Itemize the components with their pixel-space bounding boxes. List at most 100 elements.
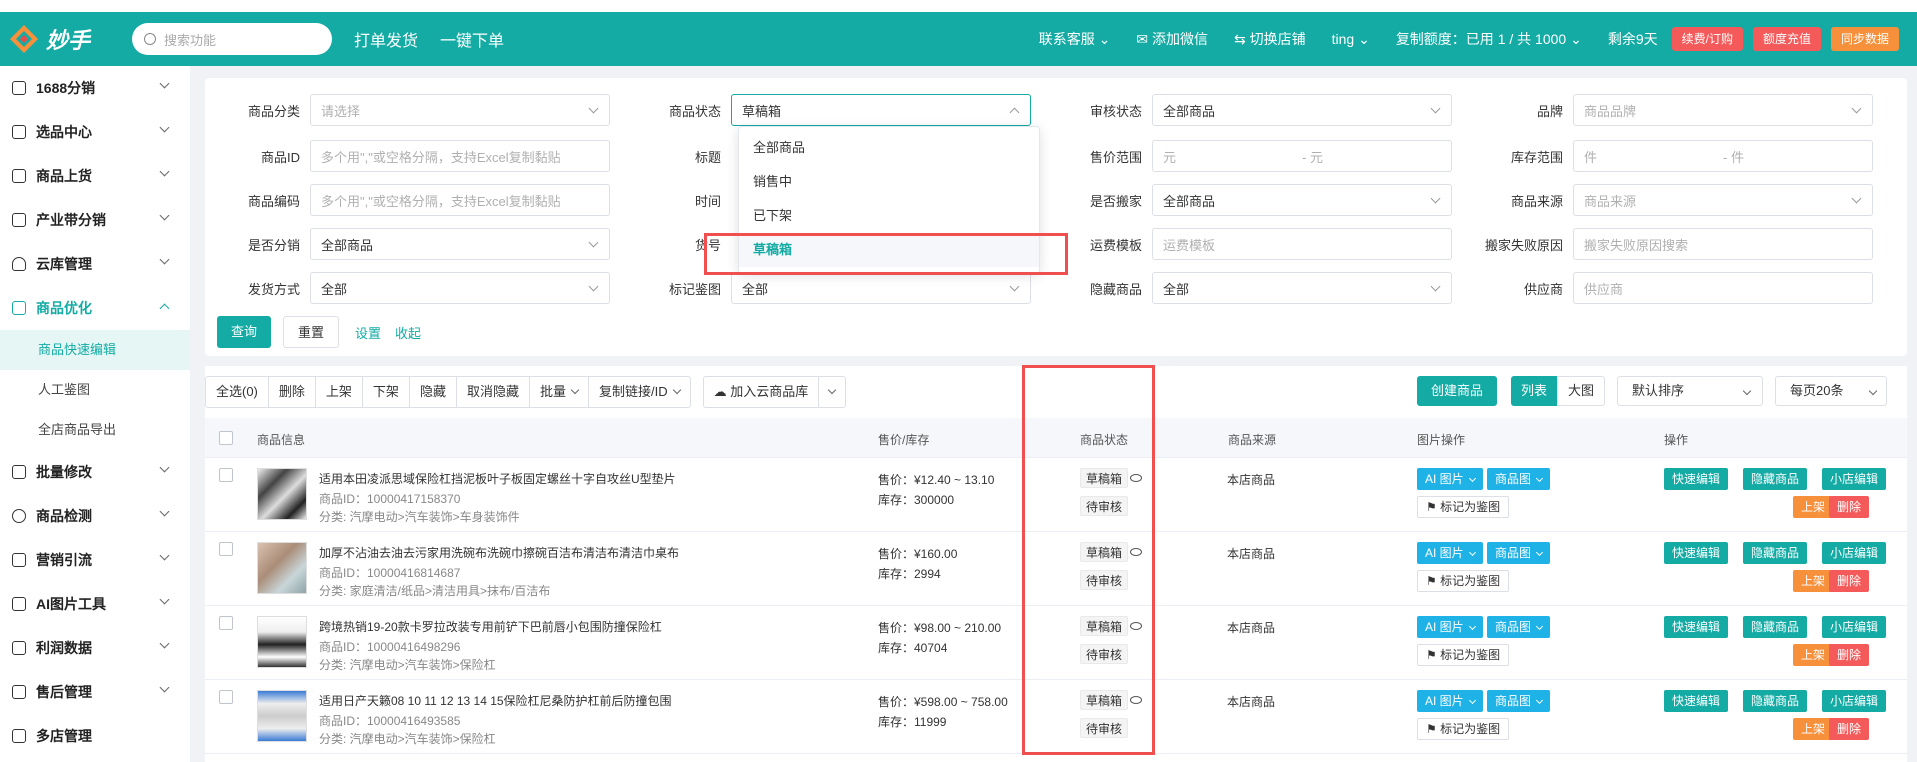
recharge-button[interactable]: 额度充值	[1752, 27, 1821, 51]
delete-row-button[interactable]: 删除	[1829, 570, 1870, 592]
distributed-select[interactable]: 全部商品	[310, 228, 610, 260]
query-button[interactable]: 查询	[217, 316, 272, 348]
contact-service[interactable]: 联系客服 ⌄	[1039, 29, 1111, 49]
delete-row-button[interactable]: 删除	[1829, 496, 1870, 518]
sidebar-subitem-export[interactable]: 全店商品导出	[0, 410, 190, 450]
on-shelf-row-button[interactable]: 上架	[1793, 644, 1834, 666]
quota-menu[interactable]: 复制额度：已用 1 / 共 1000 ⌄	[1396, 29, 1582, 49]
ai-image-button[interactable]: AI 图片	[1417, 542, 1483, 564]
sync-button[interactable]: 同步数据	[1830, 27, 1899, 51]
mark-review-button[interactable]: ⚑ 标记为鉴图	[1417, 570, 1510, 592]
sidebar-item-profit[interactable]: 利润数据	[0, 626, 190, 670]
ship-method-select[interactable]: 全部	[310, 272, 610, 304]
dropdown-option-selling[interactable]: 销售中	[739, 165, 1039, 199]
delete-button[interactable]: 删除	[269, 377, 316, 407]
header-checkbox[interactable]	[219, 431, 233, 445]
product-image-button[interactable]: 商品图	[1487, 468, 1551, 490]
hide-product-button[interactable]: 隐藏商品	[1743, 468, 1808, 490]
shop-edit-button[interactable]: 小店编辑	[1822, 542, 1887, 564]
create-product-button[interactable]: 创建商品	[1417, 376, 1498, 406]
product-image-button[interactable]: 商品图	[1487, 542, 1551, 564]
mark-review-button[interactable]: ⚑ 标记为鉴图	[1417, 644, 1510, 666]
dropdown-option-offshelf[interactable]: 已下架	[739, 199, 1039, 233]
ai-image-button[interactable]: AI 图片	[1417, 690, 1483, 712]
row-checkbox[interactable]	[219, 468, 233, 482]
settings-link[interactable]: 设置	[355, 323, 381, 342]
mark-select[interactable]: 全部	[731, 272, 1031, 304]
price-range-input[interactable]: 元- 元	[1152, 140, 1452, 172]
audit-select[interactable]: 全部商品	[1152, 94, 1452, 126]
product-thumbnail[interactable]	[257, 468, 307, 520]
batch-menu-button[interactable]: 批量	[530, 377, 589, 407]
on-shelf-button[interactable]: 上架	[316, 377, 363, 407]
hide-product-button[interactable]: 隐藏商品	[1743, 690, 1808, 712]
search-input[interactable]: 搜索功能	[132, 23, 332, 55]
print-ship-link[interactable]: 打单发货	[354, 27, 418, 51]
product-image-button[interactable]: 商品图	[1487, 616, 1551, 638]
product-title[interactable]: 加厚不沾油去油去污家用洗碗布洗碗巾擦碗百洁布清洁布清洁巾桌布	[319, 544, 679, 561]
product-thumbnail[interactable]	[257, 616, 307, 668]
sidebar-item-cloud[interactable]: 云库管理	[0, 242, 190, 286]
reset-button[interactable]: 重置	[283, 316, 340, 348]
add-cloud-button[interactable]: ☁ 加入云商品库	[704, 377, 820, 407]
product-title[interactable]: 适用日产天籁08 10 11 12 13 14 15保险杠尼桑防护杠前后防撞包围	[319, 692, 672, 709]
source-select[interactable]: 商品来源	[1573, 184, 1873, 216]
hide-button[interactable]: 隐藏	[410, 377, 457, 407]
sidebar-item-batch[interactable]: 批量修改	[0, 450, 190, 494]
sidebar-subitem-quick-edit[interactable]: 商品快速编辑	[0, 330, 190, 370]
collapse-link[interactable]: 收起	[395, 323, 421, 342]
on-shelf-row-button[interactable]: 上架	[1793, 718, 1834, 740]
delete-row-button[interactable]: 删除	[1829, 644, 1870, 666]
supplier-input[interactable]: 供应商	[1573, 272, 1873, 304]
ai-image-button[interactable]: AI 图片	[1417, 616, 1483, 638]
row-checkbox[interactable]	[219, 542, 233, 556]
view-list-button[interactable]: 列表	[1511, 376, 1558, 406]
delete-row-button[interactable]: 删除	[1829, 718, 1870, 740]
stock-range-input[interactable]: 件- 件	[1573, 140, 1873, 172]
product-thumbnail[interactable]	[257, 690, 307, 742]
sidebar-item-check[interactable]: 商品检测	[0, 494, 190, 538]
product-thumbnail[interactable]	[257, 542, 307, 594]
sidebar-item-aftersale[interactable]: 售后管理	[0, 670, 190, 714]
shop-edit-button[interactable]: 小店编辑	[1822, 468, 1887, 490]
sidebar-item-upload[interactable]: 商品上货	[0, 154, 190, 198]
brand-select[interactable]: 商品品牌	[1573, 94, 1873, 126]
sidebar-item-1688[interactable]: 1688分销	[0, 66, 190, 110]
ai-image-button[interactable]: AI 图片	[1417, 468, 1483, 490]
sidebar-item-selection[interactable]: 选品中心	[0, 110, 190, 154]
product-id-input[interactable]: 多个用","或空格分隔，支持Excel复制黏贴	[310, 140, 610, 172]
sort-select[interactable]: 默认排序	[1617, 376, 1764, 406]
shop-edit-button[interactable]: 小店编辑	[1822, 690, 1887, 712]
on-shelf-row-button[interactable]: 上架	[1793, 570, 1834, 592]
product-title[interactable]: 适用本田凌派思域保险杠挡泥板叶子板固定螺丝十字自攻丝U型垫片	[319, 470, 676, 487]
shipping-template-input[interactable]: 运费模板	[1152, 228, 1452, 260]
row-checkbox[interactable]	[219, 690, 233, 704]
fail-reason-input[interactable]: 搬家失败原因搜索	[1573, 228, 1873, 260]
sidebar-item-marketing[interactable]: 营销引流	[0, 538, 190, 582]
cloud-more-button[interactable]	[819, 377, 845, 407]
quick-edit-button[interactable]: 快速编辑	[1664, 690, 1729, 712]
hide-product-button[interactable]: 隐藏商品	[1743, 616, 1808, 638]
product-image-button[interactable]: 商品图	[1487, 690, 1551, 712]
copy-link-button[interactable]: 复制链接/ID	[589, 377, 690, 407]
page-size-select[interactable]: 每页20条	[1775, 376, 1888, 406]
product-code-input[interactable]: 多个用","或空格分隔，支持Excel复制黏贴	[310, 184, 610, 216]
hidden-select[interactable]: 全部	[1152, 272, 1452, 304]
renew-button[interactable]: 续费/订购	[1671, 27, 1743, 51]
status-select[interactable]: 草稿箱	[731, 94, 1031, 126]
mark-review-button[interactable]: ⚑ 标记为鉴图	[1417, 718, 1510, 740]
hide-product-button[interactable]: 隐藏商品	[1743, 542, 1808, 564]
mark-review-button[interactable]: ⚑ 标记为鉴图	[1417, 496, 1510, 518]
category-select[interactable]: 请选择	[310, 94, 610, 126]
quick-edit-button[interactable]: 快速编辑	[1664, 468, 1729, 490]
dropdown-option-all[interactable]: 全部商品	[739, 131, 1039, 165]
off-shelf-button[interactable]: 下架	[363, 377, 410, 407]
shop-edit-button[interactable]: 小店编辑	[1822, 616, 1887, 638]
product-title[interactable]: 跨境热销19-20款卡罗拉改装专用前铲下巴前唇小包围防撞保险杠	[319, 618, 662, 635]
logo[interactable]: 妙手	[0, 23, 130, 55]
sidebar-subitem-manual-review[interactable]: 人工鉴图	[0, 370, 190, 410]
unhide-button[interactable]: 取消隐藏	[457, 377, 530, 407]
sidebar-item-ai[interactable]: AI图片工具	[0, 582, 190, 626]
quick-edit-button[interactable]: 快速编辑	[1664, 542, 1729, 564]
add-wechat[interactable]: ✉ 添加微信	[1136, 29, 1208, 49]
